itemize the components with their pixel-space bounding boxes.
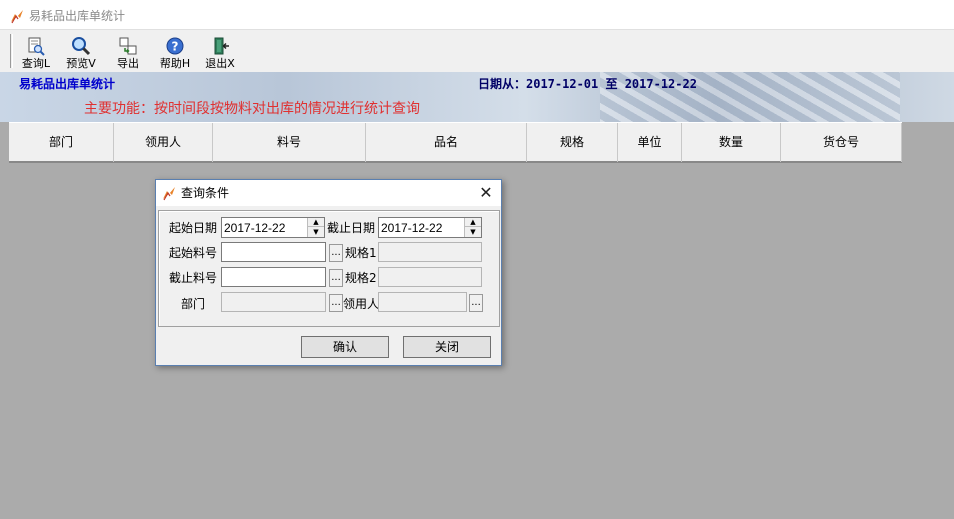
title-bar: 易耗品出库单统计	[0, 0, 954, 30]
spec1-field	[378, 242, 482, 262]
spin-down-icon[interactable]: ▼	[465, 228, 481, 237]
exit-door-icon	[214, 37, 229, 55]
date-range-text: 日期从：2017-12-01 至 2017-12-22	[478, 77, 697, 91]
end-date-spinner[interactable]: ▲ ▼	[464, 218, 481, 237]
column-header-quantity[interactable]: 数量	[682, 123, 781, 162]
report-heading: 易耗品出库单统计	[19, 77, 116, 91]
export-button-label: 导出	[117, 57, 139, 70]
app-logo-icon	[163, 187, 175, 201]
end-date-label: 截止日期	[327, 221, 376, 235]
preview-button-label: 预览V	[66, 57, 96, 70]
column-header-warehouse[interactable]: 货仓号	[781, 123, 902, 162]
dept-lookup-button[interactable]: ...	[329, 294, 343, 312]
exit-button[interactable]: 退出X	[198, 33, 242, 71]
start-date-label: 起始日期	[169, 221, 218, 235]
dept-label: 部门	[181, 297, 206, 311]
exit-button-label: 退出X	[205, 57, 235, 70]
report-banner: 易耗品出库单统计 日期从：2017-12-01 至 2017-12-22 主要功…	[0, 72, 954, 122]
spin-up-icon[interactable]: ▲	[465, 218, 481, 227]
query-conditions-dialog: 查询条件 ✕ 起始日期 2017-12-22 ▲ ▼ 截止日期 2017-12-…	[155, 179, 502, 366]
spec2-field	[378, 267, 482, 287]
receiver-field	[378, 292, 467, 312]
svg-text:?: ?	[172, 40, 179, 54]
close-button[interactable]: 关闭	[403, 336, 491, 358]
column-header-item-no[interactable]: 料号	[213, 123, 366, 162]
end-date-value: 2017-12-22	[381, 221, 443, 235]
start-date-picker[interactable]: 2017-12-22 ▲ ▼	[221, 217, 325, 238]
start-item-lookup-button[interactable]: ...	[329, 244, 343, 262]
column-header-unit[interactable]: 单位	[618, 123, 682, 162]
column-header-spec[interactable]: 规格	[527, 123, 618, 162]
receiver-lookup-button[interactable]: ...	[469, 294, 483, 312]
start-date-value: 2017-12-22	[224, 221, 286, 235]
app-logo-icon	[11, 10, 23, 24]
dialog-title: 查询条件	[181, 186, 230, 200]
column-header-dept[interactable]: 部门	[9, 123, 114, 162]
column-header-receiver[interactable]: 领用人	[114, 123, 213, 162]
end-item-input[interactable]	[221, 267, 326, 287]
query-button-label: 查询L	[21, 57, 51, 70]
dialog-title-bar[interactable]: 查询条件 ✕	[156, 180, 501, 206]
toolbar-grip[interactable]	[10, 34, 13, 68]
help-button[interactable]: ? 帮助H	[153, 33, 197, 71]
magnifier-icon	[72, 37, 91, 56]
dialog-close-icon[interactable]: ✕	[474, 183, 498, 203]
start-item-label: 起始料号	[169, 246, 218, 260]
spec1-label: 规格1	[345, 246, 377, 260]
toolbar: 查询L 预览V 导出 ? 帮助H 退出X	[0, 30, 954, 72]
spin-down-icon[interactable]: ▼	[308, 228, 324, 237]
column-header-item-name[interactable]: 品名	[366, 123, 527, 162]
end-item-label: 截止料号	[169, 271, 218, 285]
preview-button[interactable]: 预览V	[59, 33, 103, 71]
window-title: 易耗品出库单统计	[29, 9, 126, 23]
start-date-spinner[interactable]: ▲ ▼	[307, 218, 324, 237]
function-description: 主要功能：按时间段按物料对出库的情况进行统计查询	[84, 101, 420, 117]
help-icon: ?	[166, 37, 184, 55]
end-item-lookup-button[interactable]: ...	[329, 269, 343, 287]
start-item-input[interactable]	[221, 242, 326, 262]
dept-field	[221, 292, 326, 312]
spec2-label: 规格2	[345, 271, 377, 285]
grid-header: 部门 领用人 料号 品名 规格 单位 数量 货仓号	[9, 122, 902, 163]
confirm-button[interactable]: 确认	[301, 336, 389, 358]
end-date-picker[interactable]: 2017-12-22 ▲ ▼	[378, 217, 482, 238]
help-button-label: 帮助H	[159, 57, 191, 70]
export-icon	[119, 37, 137, 55]
spin-up-icon[interactable]: ▲	[308, 218, 324, 227]
query-button[interactable]: 查询L	[14, 33, 58, 71]
query-doc-icon	[28, 37, 45, 56]
receiver-label: 领用人	[343, 297, 380, 311]
export-button[interactable]: 导出	[106, 33, 150, 71]
